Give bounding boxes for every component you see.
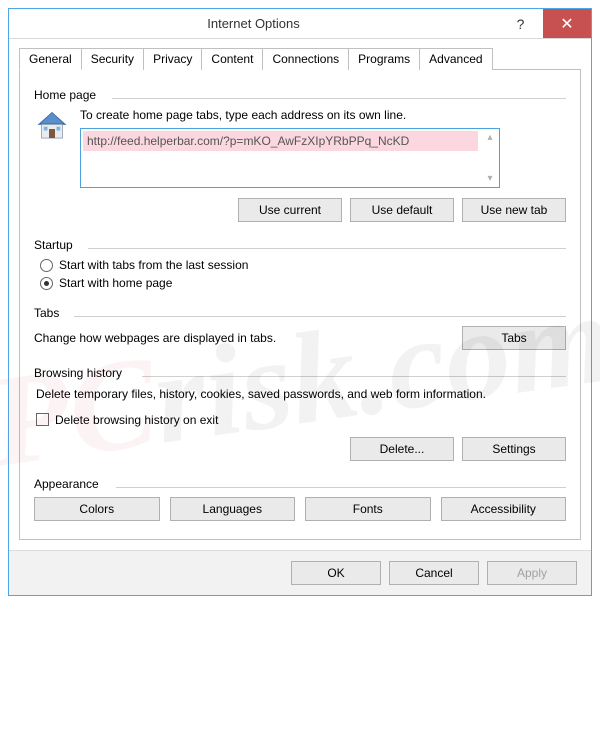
history-settings-button[interactable]: Settings [462,437,566,461]
tab-security[interactable]: Security [81,48,144,70]
delete-on-exit-label: Delete browsing history on exit [55,413,218,427]
dialog-button-row: OK Cancel Apply [9,550,591,595]
homepage-url-input[interactable]: http://feed.helperbar.com/?p=mKO_AwFzXIp… [80,128,500,188]
tab-privacy[interactable]: Privacy [143,48,202,70]
appearance-legend: Appearance [34,477,566,491]
startup-group: Startup Start with tabs from the last se… [34,238,566,290]
scroll-up-icon[interactable]: ▴ [487,132,492,143]
tab-general[interactable]: General [19,48,82,70]
close-button[interactable]: ✕ [543,9,591,38]
internet-options-window: Internet Options ? ✕ General Security Pr… [8,8,592,596]
homepage-url-text: http://feed.helperbar.com/?p=mKO_AwFzXIp… [83,131,478,151]
homepage-legend: Home page [34,88,566,102]
use-default-button[interactable]: Use default [350,198,454,222]
ok-button[interactable]: OK [291,561,381,585]
languages-button[interactable]: Languages [170,497,296,521]
tab-content[interactable]: Content [201,48,263,70]
titlebar-buttons: ? ✕ [498,9,591,38]
tab-panel-general: Home page To create h [19,70,581,540]
use-current-button[interactable]: Use current [238,198,342,222]
startup-legend: Startup [34,238,566,252]
appearance-group: Appearance Colors Languages Fonts Access… [34,477,566,521]
window-title: Internet Options [9,16,498,31]
tabs-group: Tabs Change how webpages are displayed i… [34,306,566,350]
delete-button[interactable]: Delete... [350,437,454,461]
delete-on-exit-checkbox[interactable]: Delete browsing history on exit [36,413,566,427]
tabs-legend: Tabs [34,306,566,320]
colors-button[interactable]: Colors [34,497,160,521]
scroll-down-icon[interactable]: ▾ [487,173,492,184]
tab-connections[interactable]: Connections [262,48,349,70]
url-scrollbar[interactable]: ▴ ▾ [482,130,498,186]
tab-strip: General Security Privacy Content Connect… [19,47,581,70]
tabs-button[interactable]: Tabs [462,326,566,350]
titlebar: Internet Options ? ✕ [9,9,591,39]
history-legend: Browsing history [34,366,566,380]
homepage-group: Home page To create h [34,88,566,222]
radio-icon [40,277,53,290]
apply-button: Apply [487,561,577,585]
tab-programs[interactable]: Programs [348,48,420,70]
accessibility-button[interactable]: Accessibility [441,497,567,521]
startup-option-home-page[interactable]: Start with home page [40,276,566,290]
checkbox-icon [36,413,49,426]
fonts-button[interactable]: Fonts [305,497,431,521]
radio-icon [40,259,53,272]
help-button[interactable]: ? [498,9,543,38]
cancel-button[interactable]: Cancel [389,561,479,585]
startup-option1-label: Start with tabs from the last session [59,258,248,272]
startup-option2-label: Start with home page [59,276,172,290]
content-area: General Security Privacy Content Connect… [9,39,591,550]
home-icon [34,108,70,147]
history-description: Delete temporary files, history, cookies… [36,386,566,403]
tabs-description: Change how webpages are displayed in tab… [34,331,276,345]
homepage-description: To create home page tabs, type each addr… [80,108,566,122]
tab-advanced[interactable]: Advanced [419,48,492,70]
use-new-tab-button[interactable]: Use new tab [462,198,566,222]
browsing-history-group: Browsing history Delete temporary files,… [34,366,566,461]
startup-option-last-session[interactable]: Start with tabs from the last session [40,258,566,272]
